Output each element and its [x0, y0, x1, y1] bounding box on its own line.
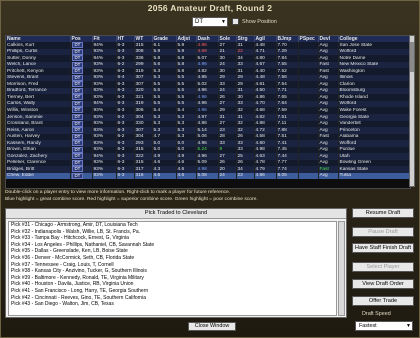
position-badge: DT [71, 68, 84, 75]
resume-draft-button[interactable]: Resume Draft [352, 208, 414, 218]
position-badge: DT [71, 172, 84, 179]
cell-grade: 4.6 [152, 172, 177, 180]
draft-pick-item[interactable]: Pick #36 - Denver - McCormick, Seth, CB,… [11, 255, 336, 262]
picks-header: Pick Traded to Cleveland [6, 209, 346, 219]
position-badge: DT [71, 100, 84, 107]
cell-college: Tulsa [338, 172, 410, 180]
cell-fit: 93% [92, 172, 117, 180]
draft-pick-item[interactable]: Pick #32 - Indianapolis - Walsh, Willie,… [11, 229, 336, 236]
cell-strg: 23 [236, 172, 255, 180]
draft-pick-item[interactable]: Pick #39 - Baltimore - Kennedy, Ronald, … [11, 275, 336, 282]
cell-dash: 5.08 [196, 172, 219, 180]
cell-devl: Avg [318, 172, 339, 180]
cell-agil: 4.86 [254, 172, 277, 180]
draft-pick-item[interactable]: Pick #38 - Kansas City - Anzivino, Tucke… [11, 268, 336, 275]
position-badge: DT [71, 146, 84, 153]
pause-draft-button[interactable]: Pause Draft [352, 227, 414, 237]
position-badge: DT [71, 127, 84, 134]
cell-bjmp: 8.05 [276, 172, 299, 180]
position-select[interactable]: DT ▼ [192, 17, 228, 27]
help-line-2: Blue highlight = great combine score. Re… [5, 197, 258, 202]
position-badge: DT [71, 61, 84, 68]
draft-pick-item[interactable]: Pick #41 - San Francisco - Long, Harry, … [11, 288, 336, 295]
cell-pspec [298, 172, 319, 180]
position-badge: DT [71, 153, 84, 160]
draft-speed-select[interactable]: Fastest ▼ [355, 321, 413, 331]
cell-pos: DT [70, 172, 93, 180]
draft-pick-item[interactable]: Pick #33 - Tampa Bay - Hitchcock, Ernest… [11, 235, 336, 242]
cell-adj: 4.6 [176, 172, 197, 180]
position-badge: DT [71, 94, 84, 101]
table-row[interactable]: Chew, Eddie DT 93% 6-3 316 4.6 4.6 5.08 24 23 4.86… [6, 172, 410, 180]
cell-ht: 6-3 [116, 172, 135, 180]
draft-pick-item[interactable]: Pick #37 - Tennessee - Craig, Louis, T, … [11, 262, 336, 269]
picks-scrollbar[interactable] [338, 221, 345, 316]
draft-pick-item[interactable]: Pick #40 - Houston - Davila, Justice, RB… [11, 281, 336, 288]
position-badge: DT [71, 140, 84, 147]
position-badge: DT [71, 159, 84, 166]
draft-picks-panel: Pick Traded to Cleveland Pick #31 - Chic… [5, 208, 347, 318]
draft-pick-item[interactable]: Pick #42 - Cincinnati - Reeves, Gino, TE… [11, 295, 336, 302]
view-draft-order-button[interactable]: View Draft Order [352, 279, 414, 289]
offer-trade-button[interactable]: Offer Trade [352, 296, 414, 306]
draft-pick-item[interactable]: Pick #34 - Los Angeles - Phillips, Natha… [11, 242, 336, 249]
position-badge: DT [71, 55, 84, 62]
chevron-down-icon: ▼ [221, 19, 226, 25]
cell-wt: 316 [134, 172, 153, 180]
show-position-label: Show Position [242, 19, 277, 25]
draft-picks-list[interactable]: Pick #31 - Chicago - Armstrong, Amir, DT… [8, 221, 337, 316]
cell-sole: 24 [218, 172, 237, 180]
draft-speed-label: Draft Speed [362, 311, 391, 317]
draft-pick-item[interactable]: Pick #43 - San Diego - Walton, Jim, CB, … [11, 301, 336, 308]
scrollbar-thumb[interactable] [410, 42, 414, 72]
position-badge: DT [71, 107, 84, 114]
show-position-checkbox[interactable] [232, 18, 239, 25]
table-scrollbar[interactable] [409, 35, 415, 187]
help-line-1: Double-click on a player entry to view m… [5, 190, 231, 195]
draft-pick-item[interactable]: Pick #31 - Chicago - Armstrong, Amir, DT… [11, 222, 336, 229]
draft-pick-item[interactable]: Pick #35 - Dallas - Greenslade, Ken, LB,… [11, 248, 336, 255]
position-badge: DT [71, 166, 84, 173]
position-badge: DT [71, 133, 84, 140]
position-badge: DT [71, 74, 84, 81]
close-window-button[interactable]: Close Window [188, 322, 236, 331]
position-badge: DT [71, 48, 84, 55]
position-badge: DT [71, 81, 84, 88]
staff-finish-draft-button[interactable]: Have Staff Finish Draft [352, 243, 414, 253]
table-help-text: Double-click on a player entry to view m… [5, 189, 417, 203]
chevron-down-icon: ▼ [406, 323, 411, 329]
player-table: Name Pos Fit HT WT Grade Adjst Dash Sole Strg Agil… [5, 35, 411, 189]
position-badge: DT [71, 120, 84, 127]
window-title: 2056 Amateur Draft, Round 2 [147, 3, 273, 13]
cell-name: Chew, Eddie [6, 172, 71, 180]
position-badge: DT [71, 87, 84, 94]
select-player-button[interactable]: Select Player [352, 262, 414, 272]
position-badge: DT [71, 42, 84, 48]
position-badge: DT [71, 114, 84, 121]
